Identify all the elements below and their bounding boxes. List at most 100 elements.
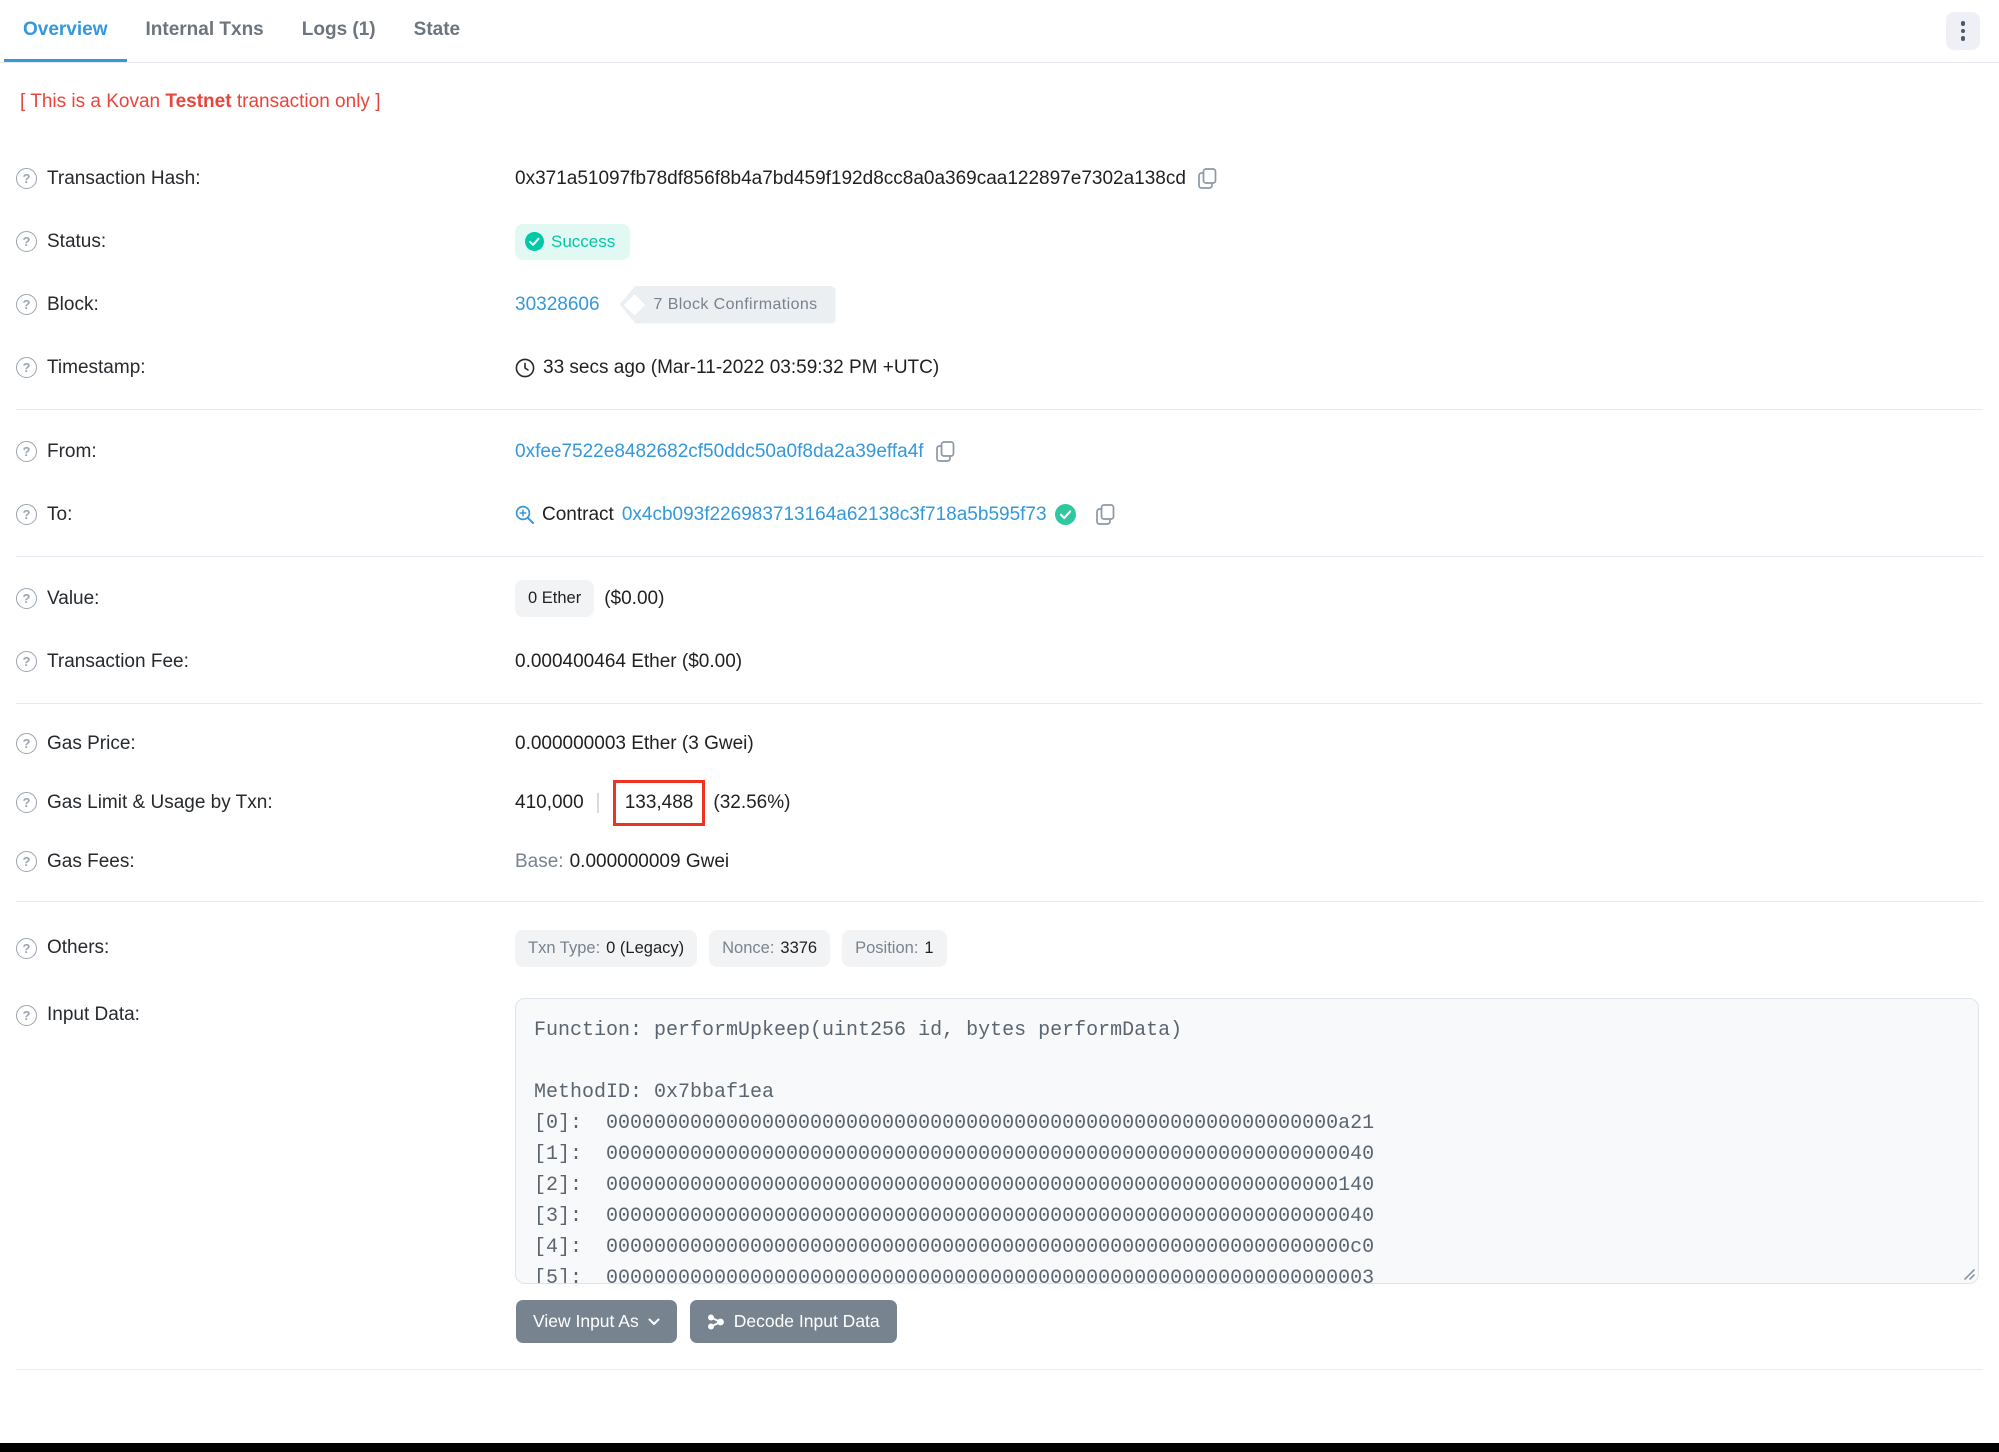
bottom-divider — [16, 1369, 1983, 1370]
help-icon[interactable]: ? — [16, 357, 37, 378]
value-label: Value: — [47, 587, 100, 609]
verified-check-icon — [1054, 504, 1076, 525]
section-divider — [16, 901, 1983, 902]
help-icon[interactable]: ? — [16, 504, 37, 525]
magnifier-plus-icon[interactable] — [515, 505, 534, 524]
notice-bold: Testnet — [165, 91, 232, 112]
tab-bar: Overview Internal Txns Logs (1) State — [0, 0, 1999, 63]
gas-price-value: 0.000000003 Ether (3 Gwei) — [515, 732, 754, 754]
input-data-line: MethodID: 0x7bbaf1ea — [534, 1081, 775, 1104]
help-icon[interactable]: ? — [16, 937, 37, 959]
row-from: ? From: 0xfee7522e8482682cf50ddc50a0f8da… — [0, 420, 1999, 483]
row-timestamp: ? Timestamp: 33 secs ago (Mar-11-2022 03… — [0, 336, 1999, 399]
value-label-wrap: ? Value: — [16, 588, 515, 610]
kebab-dots-icon — [1960, 21, 1966, 26]
help-icon[interactable]: ? — [16, 1004, 37, 1026]
notice-prefix: [ This is a Kovan — [20, 91, 166, 112]
usd-value-text: ($0.00) — [604, 587, 665, 609]
input-data-line: [4]: 00000000000000000000000000000000000… — [534, 1236, 1375, 1259]
tab-internal-txns[interactable]: Internal Txns — [127, 0, 283, 62]
to-address-link[interactable]: 0x4cb093f226983713164a62138c3f718a5b595f… — [622, 504, 1047, 526]
transaction-fee-value: 0.000400464 Ether ($0.00) — [515, 650, 743, 672]
section-divider — [16, 703, 1983, 704]
block-label-wrap: ? Block: — [16, 294, 515, 316]
help-icon[interactable]: ? — [16, 851, 37, 872]
timestamp-value: 33 secs ago (Mar-11-2022 03:59:32 PM +UT… — [543, 356, 940, 378]
nonce-name: Nonce: — [722, 938, 775, 957]
nonce-value: 3376 — [780, 938, 818, 957]
help-icon[interactable]: ? — [16, 651, 37, 672]
transaction-hash-value: 0x371a51097fb78df856f8b4a7bd459f192d8cc8… — [515, 167, 1186, 189]
gas-price-label: Gas Price: — [47, 732, 136, 754]
position-value: 1 — [924, 938, 934, 957]
input-data-actions: View Input As Decode Input Data — [0, 1284, 1999, 1365]
txn-type-value: 0 (Legacy) — [606, 938, 685, 957]
row-input-data: ? Input Data: Function: performUpkeep(ui… — [0, 984, 1999, 1284]
row-transaction-hash: ? Transaction Hash: 0x371a51097fb78df856… — [0, 147, 1999, 210]
kebab-dots-icon — [1960, 36, 1966, 41]
from-label-wrap: ? From: — [16, 441, 515, 463]
to-label-wrap: ? To: — [16, 504, 515, 526]
from-label: From: — [47, 440, 97, 462]
input-data-label-wrap: ? Input Data: — [16, 984, 515, 1026]
help-icon[interactable]: ? — [16, 441, 37, 462]
kebab-dots-icon — [1960, 28, 1966, 34]
base-fee-value: 0.000000009 Gwei — [569, 850, 730, 872]
block-label: Block: — [47, 293, 99, 315]
transaction-hash-label: Transaction Hash: — [47, 167, 201, 189]
to-label: To: — [47, 503, 73, 525]
timestamp-label: Timestamp: — [47, 356, 146, 378]
annotation-highlight-box: 133,488 — [612, 779, 706, 826]
decode-input-data-label: Decode Input Data — [733, 1311, 880, 1331]
transaction-hash-label-wrap: ? Transaction Hash: — [16, 168, 515, 190]
view-input-as-label: View Input As — [533, 1311, 639, 1331]
input-data-line: Function: performUpkeep(uint256 id, byte… — [534, 1019, 1183, 1042]
help-icon[interactable]: ? — [16, 733, 37, 754]
resize-handle-icon[interactable] — [1961, 1266, 1975, 1280]
copy-to-address-button[interactable] — [1094, 504, 1117, 525]
view-input-as-button[interactable]: View Input As — [516, 1300, 677, 1343]
row-gas-fees: ? Gas Fees: Base: 0.000000009 Gwei — [0, 832, 1999, 891]
gas-used-value: 133,488 — [624, 791, 694, 813]
tab-logs[interactable]: Logs (1) — [283, 0, 395, 62]
block-number-link[interactable]: 30328606 — [515, 294, 600, 316]
check-circle-icon — [525, 232, 544, 251]
status-text: Success — [551, 231, 616, 251]
input-data-line: [0]: 00000000000000000000000000000000000… — [534, 1112, 1375, 1135]
copy-from-address-button[interactable] — [934, 441, 957, 462]
row-others: ? Others: Txn Type: 0 (Legacy) Nonce: 33… — [0, 912, 1999, 984]
from-address-link[interactable]: 0xfee7522e8482682cf50ddc50a0f8da2a39effa… — [515, 441, 924, 463]
overview-content: ? Transaction Hash: 0x371a51097fb78df856… — [0, 139, 1999, 1370]
txn-type-name: Txn Type: — [528, 938, 601, 957]
input-data-line — [534, 1046, 1960, 1077]
tab-state[interactable]: State — [395, 0, 479, 62]
kebab-menu-button[interactable] — [1946, 12, 1980, 50]
section-divider — [16, 409, 1983, 410]
row-value: ? Value: 0 Ether ($0.00) — [0, 567, 1999, 630]
help-icon[interactable]: ? — [16, 168, 37, 189]
position-name: Position: — [855, 938, 919, 957]
copy-hash-button[interactable] — [1196, 168, 1219, 189]
help-icon[interactable]: ? — [16, 294, 37, 315]
txn-type-badge: Txn Type: 0 (Legacy) — [515, 929, 698, 967]
decode-input-data-button[interactable]: Decode Input Data — [689, 1300, 897, 1343]
block-confirmations-badge: 7 Block Confirmations — [619, 285, 836, 324]
transaction-fee-label: Transaction Fee: — [47, 650, 189, 672]
help-icon[interactable]: ? — [16, 792, 37, 813]
nonce-badge: Nonce: 3376 — [709, 929, 831, 967]
ether-value-badge: 0 Ether — [515, 580, 595, 617]
chevron-down-icon — [648, 1318, 660, 1325]
notice-suffix: transaction only ] — [231, 91, 381, 112]
to-kind: Contract — [542, 503, 614, 525]
window-edge — [0, 1443, 1999, 1452]
help-icon[interactable]: ? — [16, 231, 37, 252]
gas-limit-label: Gas Limit & Usage by Txn: — [47, 791, 273, 813]
help-icon[interactable]: ? — [16, 588, 37, 609]
gas-fees-label: Gas Fees: — [47, 850, 135, 872]
tab-overview[interactable]: Overview — [4, 0, 127, 62]
position-badge: Position: 1 — [842, 929, 947, 967]
testnet-notice: [ This is a Kovan Testnet transaction on… — [0, 63, 1999, 139]
ether-value-text: 0 Ether — [528, 589, 582, 607]
input-data-textarea[interactable]: Function: performUpkeep(uint256 id, byte… — [515, 998, 1979, 1284]
gas-limit-label-wrap: ? Gas Limit & Usage by Txn: — [16, 792, 515, 814]
